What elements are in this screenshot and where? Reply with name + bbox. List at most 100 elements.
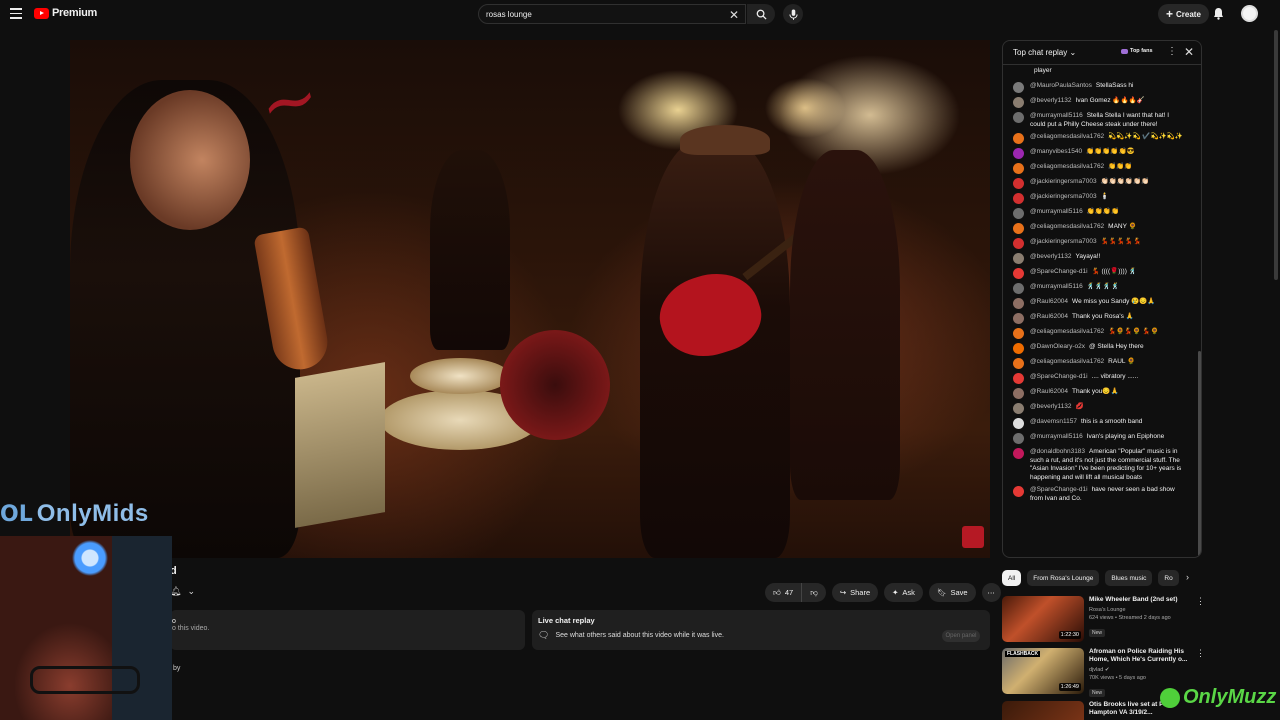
- chat-avatar[interactable]: [1013, 343, 1024, 354]
- chat-author[interactable]: @SpareChange-d1i: [1030, 268, 1088, 275]
- chat-author[interactable]: @jackieringersma7003: [1030, 193, 1097, 200]
- like-dislike-group: 👍︎ 47 👎︎: [765, 583, 826, 602]
- more-actions-button[interactable]: ⋯: [981, 583, 1001, 602]
- youtube-logo[interactable]: Premium: [34, 7, 97, 19]
- chat-avatar[interactable]: [1013, 433, 1024, 444]
- open-panel-button[interactable]: Open panel: [942, 630, 980, 642]
- chat-avatar[interactable]: [1013, 403, 1024, 414]
- more-vertical-icon[interactable]: ⋮: [1196, 648, 1205, 659]
- chat-author[interactable]: @murraymall5116: [1030, 433, 1083, 440]
- chat-avatar[interactable]: [1013, 238, 1024, 249]
- subscribe-controls[interactable]: 🔔︎ ⌄: [170, 586, 195, 597]
- chat-author[interactable]: @Raul62004: [1030, 388, 1068, 395]
- chat-message-list[interactable]: player @MauroPaulaSantos StellaSass hi @bev…: [1003, 66, 1199, 556]
- chat-mode-dropdown[interactable]: Top chat replay ⌄: [1013, 48, 1076, 57]
- chat-avatar[interactable]: [1013, 133, 1024, 144]
- description-box[interactable]: o o this video.: [170, 610, 525, 650]
- chat-avatar[interactable]: [1013, 486, 1024, 497]
- filter-chip[interactable]: All: [1002, 570, 1022, 586]
- video-title[interactable]: Afroman on Police Raiding His Home, Whic…: [1089, 648, 1189, 664]
- chat-author[interactable]: @Raul62004: [1030, 298, 1068, 305]
- save-button[interactable]: 🔖︎ Save: [928, 583, 976, 602]
- chat-author[interactable]: @manyvibes1540: [1030, 148, 1082, 155]
- chat-avatar[interactable]: [1013, 112, 1024, 123]
- share-button[interactable]: ↪ Share: [831, 583, 879, 602]
- chat-avatar[interactable]: [1013, 148, 1024, 159]
- page-scrollbar[interactable]: [1274, 30, 1278, 280]
- video-thumbnail[interactable]: 1:22:30: [1002, 596, 1084, 642]
- chat-author[interactable]: @beverly1132: [1030, 403, 1072, 410]
- chat-author[interactable]: @celiagomesdasilva1762: [1030, 133, 1104, 140]
- search-input[interactable]: [486, 9, 716, 19]
- chat-more-icon[interactable]: ⋮: [1167, 46, 1177, 57]
- microphone-icon: [788, 9, 798, 20]
- more-vertical-icon[interactable]: ⋮: [1196, 596, 1205, 607]
- chat-author[interactable]: @celiagomesdasilva1762: [1030, 358, 1104, 365]
- channel-watermark-logo[interactable]: [962, 526, 984, 548]
- chat-author[interactable]: @beverly1132: [1030, 97, 1072, 104]
- chat-avatar[interactable]: [1013, 313, 1024, 324]
- filter-chip[interactable]: Ro: [1158, 570, 1179, 586]
- chevron-right-icon[interactable]: ›: [1186, 572, 1189, 582]
- chat-avatar[interactable]: [1013, 97, 1024, 108]
- chat-avatar[interactable]: [1013, 163, 1024, 174]
- account-avatar[interactable]: [1241, 5, 1258, 22]
- chat-avatar[interactable]: [1013, 418, 1024, 429]
- like-button[interactable]: 👍︎ 47: [765, 583, 803, 602]
- voice-search-button[interactable]: [783, 4, 803, 24]
- chat-author[interactable]: @murraymall5116: [1030, 208, 1083, 215]
- chat-avatar[interactable]: [1013, 268, 1024, 279]
- chat-avatar[interactable]: [1013, 253, 1024, 264]
- chat-avatar[interactable]: [1013, 328, 1024, 339]
- chat-avatar[interactable]: [1013, 223, 1024, 234]
- chat-avatar[interactable]: [1013, 193, 1024, 204]
- chat-author[interactable]: @murraymall5116: [1030, 283, 1083, 290]
- menu-icon[interactable]: [10, 8, 22, 20]
- chat-author[interactable]: @donaldbohn3183: [1030, 448, 1085, 455]
- clear-search-icon[interactable]: ✕: [729, 8, 739, 22]
- chat-avatar[interactable]: [1013, 283, 1024, 294]
- chat-author[interactable]: @celiagomesdasilva1762: [1030, 328, 1104, 335]
- dislike-button[interactable]: 👎︎: [802, 583, 826, 602]
- chat-avatar[interactable]: [1013, 373, 1024, 384]
- chat-author[interactable]: @beverly1132: [1030, 253, 1072, 260]
- chat-author[interactable]: @murraymall5116: [1030, 112, 1083, 119]
- chat-avatar[interactable]: [1013, 208, 1024, 219]
- chat-scrollbar[interactable]: [1198, 351, 1201, 556]
- filter-chip[interactable]: Blues music: [1105, 570, 1153, 586]
- chat-avatar[interactable]: [1013, 178, 1024, 189]
- chat-author[interactable]: @MauroPaulaSantos: [1030, 82, 1092, 89]
- search-box[interactable]: ✕: [478, 4, 746, 24]
- channel-name[interactable]: djvlad ✔: [1089, 667, 1189, 673]
- create-button[interactable]: + Create: [1158, 4, 1209, 24]
- chat-avatar[interactable]: [1013, 388, 1024, 399]
- top-fans-badge[interactable]: Top fans: [1121, 48, 1153, 54]
- chat-author[interactable]: @jackieringersma7003: [1030, 238, 1097, 245]
- chat-message: @murraymall5116 👏👏👏👏: [1003, 207, 1199, 222]
- filter-chip[interactable]: From Rosa's Lounge: [1027, 570, 1100, 586]
- chat-author[interactable]: @SpareChange-d1i: [1030, 486, 1088, 493]
- channel-name[interactable]: Rosa's Lounge: [1089, 607, 1189, 613]
- chat-author[interactable]: @davemsn1157: [1030, 418, 1077, 425]
- video-thumbnail[interactable]: FLASHBACK 1:26:49: [1002, 648, 1084, 694]
- notifications-button[interactable]: [1213, 7, 1224, 25]
- chat-author[interactable]: @celiagomesdasilva1762: [1030, 163, 1104, 170]
- chat-message: @murraymall5116 Ivan's playing an Epiphon…: [1003, 432, 1199, 447]
- search-button[interactable]: [747, 4, 775, 24]
- chat-avatar[interactable]: [1013, 298, 1024, 309]
- video-thumbnail[interactable]: [1002, 701, 1084, 720]
- chat-avatar[interactable]: [1013, 82, 1024, 93]
- chat-author[interactable]: @celiagomesdasilva1762: [1030, 223, 1104, 230]
- chat-author[interactable]: @jackieringersma7003: [1030, 178, 1097, 185]
- close-chat-icon[interactable]: ✕: [1184, 45, 1194, 59]
- video-player[interactable]: ~: [70, 40, 990, 558]
- onlymuzz-mark-icon: [1160, 687, 1180, 708]
- video-title[interactable]: Mike Wheeler Band (2nd set): [1089, 596, 1189, 604]
- recommended-video[interactable]: 1:22:30 Mike Wheeler Band (2nd set) Rosa…: [1002, 596, 1205, 648]
- chat-author[interactable]: @SpareChange-d1i: [1030, 373, 1088, 380]
- ask-button[interactable]: ✦ Ask: [884, 583, 923, 602]
- chat-author[interactable]: @DawnOleary-o2x: [1030, 343, 1085, 350]
- chat-avatar[interactable]: [1013, 358, 1024, 369]
- chat-avatar[interactable]: [1013, 448, 1024, 459]
- chat-author[interactable]: @Raul62004: [1030, 313, 1068, 320]
